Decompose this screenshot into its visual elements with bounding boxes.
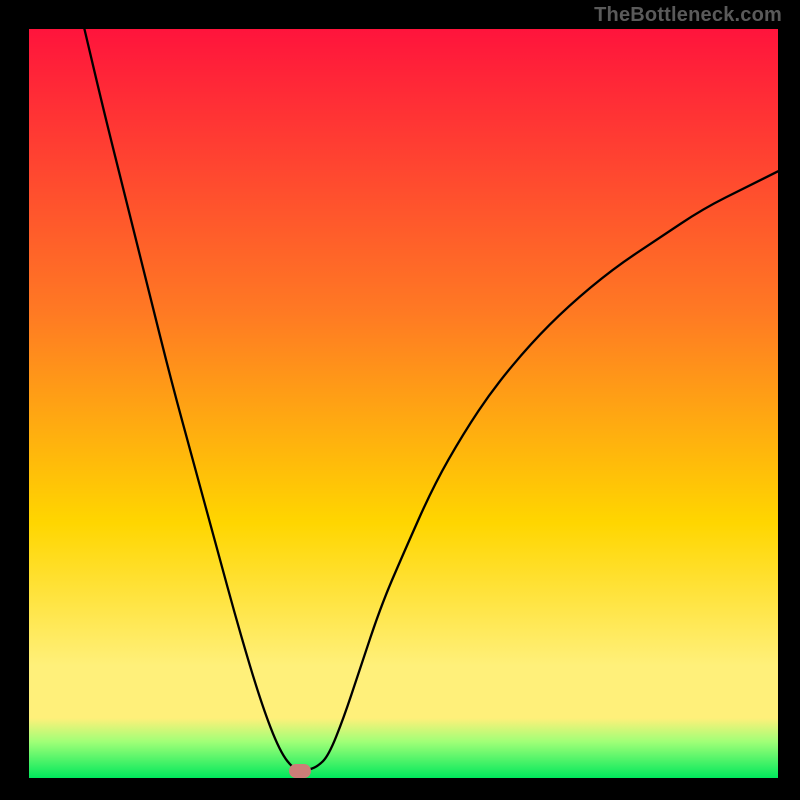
bottleneck-plot: [0, 0, 800, 800]
plot-background: [29, 29, 778, 778]
chart-canvas: TheBottleneck.com: [0, 0, 800, 800]
minimum-point-marker: [289, 764, 311, 778]
watermark-text: TheBottleneck.com: [594, 4, 782, 27]
